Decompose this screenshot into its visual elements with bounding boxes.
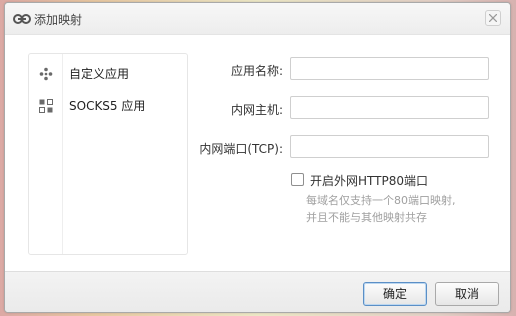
app-type-list: 自定义应用 SOCKS5 应用 [28, 53, 188, 255]
dialog-content: 自定义应用 SOCKS5 应用 应用名称: 内网主机: 内网端口(TCP): 开… [5, 35, 510, 271]
grid-app-icon [39, 99, 53, 113]
app-name-input[interactable] [290, 57, 489, 80]
http80-option[interactable]: 开启外网HTTP80端口 [291, 172, 491, 188]
custom-app-icon [39, 67, 53, 81]
host-input[interactable] [290, 96, 489, 119]
port-row: 内网端口(TCP): [190, 135, 490, 159]
dialog-footer: 确定 取消 [5, 271, 510, 312]
http80-note-line1: 每域名仅支持一个80端口映射, [306, 194, 456, 207]
dialog-title: 添加映射 [34, 13, 83, 27]
host-row: 内网主机: [190, 96, 490, 120]
app-name-label: 应用名称: [230, 64, 283, 78]
http80-checkbox[interactable] [291, 173, 304, 186]
http80-note-line2: 并且不能与其他映射共存 [306, 211, 427, 224]
cancel-button[interactable]: 取消 [435, 282, 499, 306]
ok-button[interactable]: 确定 [363, 282, 427, 306]
close-icon [489, 14, 497, 22]
list-item-label: SOCKS5 应用 [69, 99, 146, 113]
app-name-row: 应用名称: [190, 57, 490, 81]
title-bar[interactable]: 添加映射 [5, 3, 510, 35]
add-mapping-dialog: 添加映射 自定义应用 SOCKS5 应用 应用名称: 内网主机: 内网端口(TC… [4, 2, 511, 313]
list-item-custom-app[interactable]: 自定义应用 [29, 61, 187, 85]
port-label: 内网端口(TCP): [199, 142, 283, 156]
close-button[interactable] [485, 10, 501, 26]
list-item-label: 自定义应用 [69, 67, 130, 81]
host-label: 内网主机: [230, 103, 283, 117]
http80-label[interactable]: 开启外网HTTP80端口 [310, 172, 428, 189]
list-item-socks5-app[interactable]: SOCKS5 应用 [29, 93, 187, 117]
link-icon [13, 13, 31, 24]
port-input[interactable] [290, 135, 489, 158]
